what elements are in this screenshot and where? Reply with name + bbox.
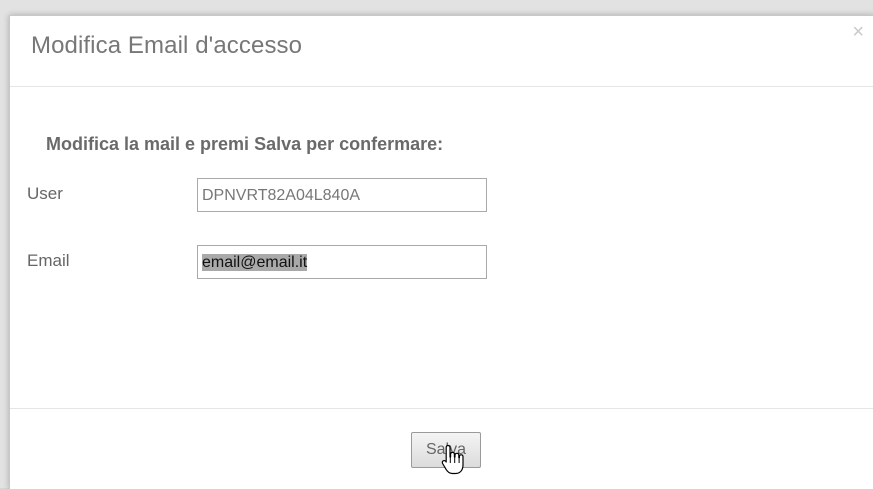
user-label: User	[27, 184, 63, 203]
dialog-title: Modifica Email d'accesso	[31, 32, 303, 59]
close-icon[interactable]: ×	[852, 22, 864, 42]
dialog-header: Modifica Email d'accesso ×	[10, 16, 873, 87]
edit-email-dialog: Modifica Email d'accesso × Modifica la m…	[9, 15, 873, 489]
email-field[interactable]: email@email.it	[197, 245, 487, 279]
user-field[interactable]: DPNVRT82A04L840A	[197, 178, 487, 212]
email-label: Email	[27, 251, 70, 270]
email-value: email@email.it	[202, 254, 308, 271]
instruction-text: Modifica la mail e premi Salva per confe…	[46, 134, 444, 154]
hand-pointer-icon	[441, 444, 464, 475]
